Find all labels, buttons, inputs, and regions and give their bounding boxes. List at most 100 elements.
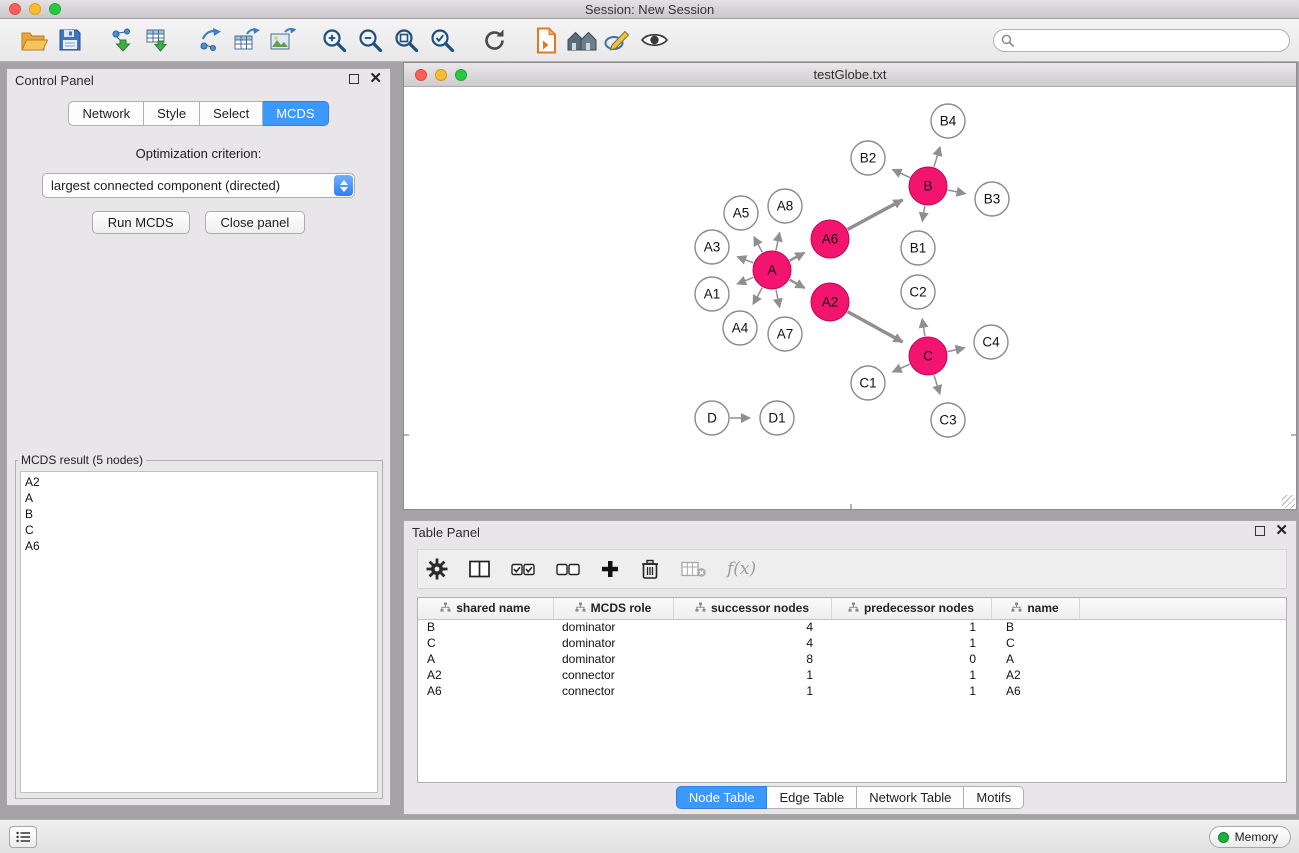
delete-table-icon[interactable] (681, 561, 706, 578)
resize-grip-icon[interactable] (1282, 495, 1295, 508)
tab-node-table[interactable]: Node Table (676, 786, 768, 809)
node-B3[interactable]: B3 (975, 182, 1009, 216)
close-panel-icon[interactable]: ✕ (369, 74, 382, 84)
edge-A-A7[interactable] (776, 290, 780, 308)
node-A3[interactable]: A3 (695, 230, 729, 264)
zoom-selected-icon[interactable] (424, 24, 460, 56)
node-C2[interactable]: C2 (901, 275, 935, 309)
import-table-icon[interactable] (140, 24, 176, 56)
mcds-result-item[interactable]: A2 (25, 474, 373, 490)
edge-A-A5[interactable] (754, 237, 763, 253)
node-B2[interactable]: B2 (851, 141, 885, 175)
node-D1[interactable]: D1 (760, 401, 794, 435)
tab-motifs[interactable]: Motifs (964, 786, 1024, 809)
table-row[interactable]: Adominator80A (418, 651, 1286, 667)
close-table-panel-icon[interactable]: ✕ (1275, 526, 1288, 536)
zoom-fit-icon[interactable] (388, 24, 424, 56)
resize-tick-bottom[interactable] (850, 504, 852, 509)
float-table-panel-icon[interactable] (1255, 526, 1265, 536)
node-A5[interactable]: A5 (724, 196, 758, 230)
edge-A2-C[interactable] (848, 312, 903, 342)
task-history-button[interactable] (9, 826, 37, 848)
import-network-icon[interactable] (104, 24, 140, 56)
network-window-titlebar[interactable]: testGlobe.txt (404, 63, 1296, 87)
criterion-dropdown[interactable]: largest connected component (directed) (42, 173, 355, 198)
node-A4[interactable]: A4 (723, 311, 757, 345)
column-header-predecessor-nodes[interactable]: predecessor nodes (831, 598, 991, 619)
search-input[interactable] (1018, 33, 1289, 47)
node-A[interactable]: A (753, 251, 791, 289)
mcds-result-list[interactable]: A2ABCA6 (20, 471, 378, 793)
tab-edge-table[interactable]: Edge Table (767, 786, 857, 809)
mcds-result-item[interactable]: A6 (25, 538, 373, 554)
edge-B-B1[interactable] (922, 206, 925, 222)
select-all-icon[interactable] (511, 562, 535, 577)
deselect-all-icon[interactable] (556, 562, 580, 577)
save-session-icon[interactable] (52, 24, 88, 56)
edge-B-B3[interactable] (948, 190, 966, 194)
table-row[interactable]: A6connector11A6 (418, 683, 1286, 699)
node-A6[interactable]: A6 (811, 220, 849, 258)
node-B[interactable]: B (909, 167, 947, 205)
table-row[interactable]: Cdominator41C (418, 635, 1286, 651)
table-settings-gear-icon[interactable] (426, 558, 448, 580)
delete-trash-icon[interactable] (640, 558, 660, 580)
export-table-icon[interactable] (228, 24, 264, 56)
mcds-result-item[interactable]: A (25, 490, 373, 506)
tab-style[interactable]: Style (144, 101, 200, 126)
resize-tick-left[interactable] (404, 434, 409, 436)
network-view-content[interactable]: B4B2BB3A5A8A6B1A3AC2A1A2A4A7C4CC1C3DD1 (404, 87, 1296, 509)
edge-C-C4[interactable] (948, 348, 965, 352)
edge-B-B2[interactable] (892, 169, 909, 177)
edge-A-A4[interactable] (753, 288, 762, 305)
node-C1[interactable]: C1 (851, 366, 885, 400)
zoom-out-icon[interactable] (352, 24, 388, 56)
memory-button[interactable]: Memory (1209, 826, 1291, 848)
node-A2[interactable]: A2 (811, 283, 849, 321)
export-network-icon[interactable] (192, 24, 228, 56)
node-C3[interactable]: C3 (931, 403, 965, 437)
node-C4[interactable]: C4 (974, 325, 1008, 359)
show-hide-eye-icon[interactable] (636, 24, 672, 56)
tab-network-table[interactable]: Network Table (857, 786, 964, 809)
mcds-result-item[interactable]: C (25, 522, 373, 538)
node-table[interactable]: shared name MCDS role successor nodes pr… (417, 597, 1287, 783)
float-panel-icon[interactable] (349, 74, 359, 84)
edge-A-A3[interactable] (737, 257, 753, 263)
edge-B-B4[interactable] (934, 147, 940, 167)
home-reset-icon[interactable] (564, 24, 600, 56)
welcome-document-icon[interactable] (528, 24, 564, 56)
refresh-view-icon[interactable] (476, 24, 512, 56)
node-B4[interactable]: B4 (931, 104, 965, 138)
function-builder-icon[interactable]: f(x) (727, 559, 756, 579)
edge-A-A2[interactable] (790, 280, 805, 288)
node-A1[interactable]: A1 (695, 277, 729, 311)
edge-A6-B[interactable] (848, 200, 903, 230)
resize-tick-right[interactable] (1291, 434, 1296, 436)
node-C[interactable]: C (909, 337, 947, 375)
edge-A-A8[interactable] (776, 232, 780, 250)
node-A7[interactable]: A7 (768, 317, 802, 351)
column-header-successor-nodes[interactable]: successor nodes (673, 598, 831, 619)
tab-select[interactable]: Select (200, 101, 263, 126)
table-row[interactable]: Bdominator41B (418, 619, 1286, 635)
apply-style-icon[interactable] (600, 24, 636, 56)
show-columns-icon[interactable] (469, 560, 490, 578)
edge-A-A1[interactable] (737, 277, 753, 284)
column-header-name[interactable]: name (991, 598, 1079, 619)
zoom-in-icon[interactable] (316, 24, 352, 56)
node-A8[interactable]: A8 (768, 189, 802, 223)
node-D[interactable]: D (695, 401, 729, 435)
tab-network[interactable]: Network (68, 101, 144, 126)
edge-A-A6[interactable] (790, 253, 805, 261)
column-header-mcds-role[interactable]: MCDS role (553, 598, 673, 619)
edge-C-C3[interactable] (934, 375, 940, 394)
close-panel-button[interactable]: Close panel (205, 211, 306, 234)
edge-C-C1[interactable] (893, 364, 910, 372)
open-session-icon[interactable] (16, 24, 52, 56)
network-canvas[interactable]: B4B2BB3A5A8A6B1A3AC2A1A2A4A7C4CC1C3DD1 (404, 87, 1296, 509)
run-mcds-button[interactable]: Run MCDS (92, 211, 190, 234)
column-header-shared-name[interactable]: shared name (418, 598, 553, 619)
table-row[interactable]: A2connector11A2 (418, 667, 1286, 683)
export-image-icon[interactable] (264, 24, 300, 56)
